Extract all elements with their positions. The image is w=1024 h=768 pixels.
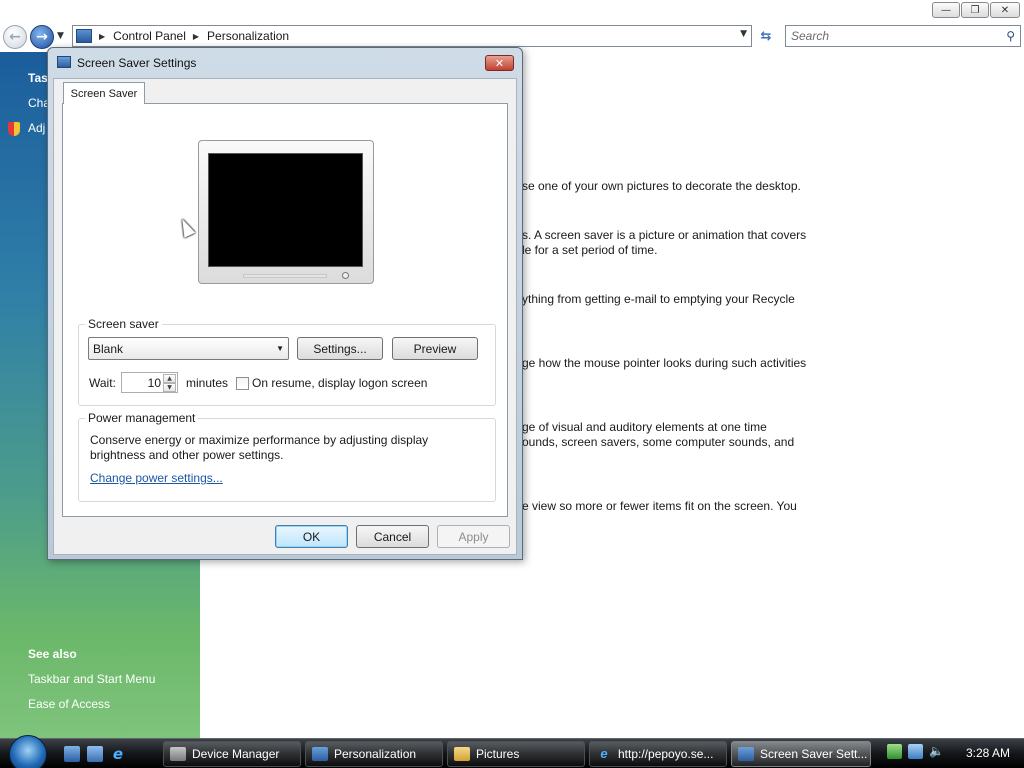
refresh-button[interactable]: ⇆ — [756, 27, 776, 45]
address-dropdown-icon[interactable]: ▼ — [740, 29, 747, 39]
taskbar-item-label: Personalization — [334, 747, 417, 761]
apply-button[interactable]: Apply — [437, 525, 510, 548]
start-button[interactable] — [9, 735, 47, 768]
switch-windows-icon[interactable] — [87, 746, 103, 762]
see-also-taskbar-link[interactable]: Taskbar and Start Menu — [28, 672, 155, 686]
breadcrumb-separator-icon[interactable]: ▶ — [193, 32, 199, 41]
forward-arrow-icon: → — [36, 29, 48, 45]
taskbar-personalization[interactable]: Personalization — [305, 741, 443, 767]
screen-saver-group: Screen saver Blank ▼ Settings... Preview… — [78, 317, 496, 406]
screen-saver-icon — [57, 56, 71, 68]
stepper-down-icon[interactable]: ▼ — [163, 383, 176, 392]
volume-icon[interactable]: 🔈 — [929, 744, 944, 759]
see-also-heading: See also — [28, 647, 77, 661]
back-arrow-icon: ← — [9, 29, 21, 45]
search-input[interactable]: Search ⚲ — [785, 25, 1021, 47]
refresh-icon: ⇆ — [760, 28, 772, 44]
breadcrumb-separator-icon[interactable]: ▶ — [99, 32, 105, 41]
taskbar-item-label: Pictures — [476, 747, 520, 761]
show-desktop-icon[interactable] — [64, 746, 80, 762]
device-manager-icon — [170, 747, 186, 761]
uac-shield-icon — [8, 122, 20, 136]
dialog-body: Screen Saver Screen saver Blank ▼ Settin… — [53, 78, 517, 555]
screen-saver-description-line1: s. A screen saver is a picture or animat… — [522, 228, 807, 242]
forward-button[interactable]: → — [30, 25, 54, 49]
cancel-button[interactable]: Cancel — [356, 525, 429, 548]
change-power-settings-link[interactable]: Change power settings... — [90, 471, 223, 485]
display-settings-description: e view so more or fewer items fit on the… — [522, 499, 797, 513]
minimize-button[interactable]: — — [932, 2, 960, 18]
internet-explorer-icon[interactable]: e — [110, 746, 126, 762]
personalization-icon — [312, 747, 328, 761]
see-also-ease-of-access-link[interactable]: Ease of Access — [28, 697, 110, 711]
taskbar-item-label: Device Manager — [192, 747, 280, 761]
maximize-button[interactable]: ❐ — [961, 2, 989, 18]
monitor-preview — [198, 140, 374, 284]
taskbar-internet-explorer[interactable]: e http://pepoyo.se... — [589, 741, 727, 767]
taskbar-device-manager[interactable]: Device Manager — [163, 741, 301, 767]
power-management-group-label: Power management — [85, 411, 199, 425]
notification-area: 🔈 — [887, 744, 944, 759]
desktop-background-description: se one of your own pictures to decorate … — [522, 179, 801, 193]
taskbar-item-label: Screen Saver Sett... — [760, 747, 868, 761]
breadcrumb-control-panel[interactable]: Control Panel — [113, 29, 186, 43]
window-titlebar: — ❐ ✕ — [0, 0, 1024, 22]
screen-saver-settings-dialog: Screen Saver Settings ✕ Screen Saver Scr… — [47, 47, 523, 560]
clock[interactable]: 3:28 AM — [966, 746, 1010, 760]
logon-screen-checkbox[interactable] — [236, 377, 249, 390]
theme-description-line1: ge of visual and auditory elements at on… — [522, 420, 767, 434]
minutes-label: minutes — [186, 376, 229, 390]
dialog-title: Screen Saver Settings — [77, 56, 197, 70]
preview-button[interactable]: Preview — [392, 337, 478, 360]
screen-saver-icon — [738, 747, 754, 761]
caption-buttons: — ❐ ✕ — [932, 2, 1020, 18]
stepper-up-icon[interactable]: ▲ — [163, 374, 176, 383]
dialog-close-button[interactable]: ✕ — [485, 55, 514, 71]
breadcrumb-personalization[interactable]: Personalization — [207, 29, 289, 43]
tab-panel: Screen saver Blank ▼ Settings... Preview… — [62, 103, 508, 517]
tasks-heading: Tas — [28, 71, 48, 85]
logon-screen-label[interactable]: On resume, display logon screen — [252, 376, 427, 390]
preview-screen — [208, 153, 363, 267]
wait-minutes-stepper[interactable]: 10 ▲ ▼ — [121, 372, 178, 393]
taskbar: e Device Manager Personalization Picture… — [0, 735, 1024, 768]
monitor-power-led — [342, 272, 349, 279]
search-icon[interactable]: ⚲ — [1006, 29, 1015, 43]
close-window-button[interactable]: ✕ — [990, 2, 1020, 18]
taskbar-item-label: http://pepoyo.se... — [618, 747, 714, 761]
wait-minutes-value: 10 — [147, 376, 161, 390]
monitor-bezel-bar — [243, 274, 327, 278]
settings-button[interactable]: Settings... — [297, 337, 383, 360]
chevron-down-icon: ▼ — [276, 344, 284, 353]
screen-saver-selected-value: Blank — [93, 341, 124, 356]
control-panel-icon — [76, 29, 92, 43]
task-link-adjust[interactable]: Adj — [28, 121, 45, 135]
screen-saver-select[interactable]: Blank ▼ — [88, 337, 289, 360]
sounds-description: ything from getting e-mail to emptying y… — [522, 292, 795, 306]
power-management-description: Conserve energy or maximize performance … — [90, 433, 429, 462]
dialog-titlebar[interactable]: Screen Saver Settings ✕ — [48, 48, 522, 78]
back-button[interactable]: ← — [3, 25, 27, 49]
recent-pages-dropdown[interactable]: ▼ — [57, 31, 64, 41]
network-icon[interactable] — [908, 744, 923, 759]
quick-launch: e — [64, 746, 126, 762]
security-center-icon[interactable] — [887, 744, 902, 759]
screen-saver-description-line2: le for a set period of time. — [522, 243, 658, 257]
ok-button[interactable]: OK — [275, 525, 348, 548]
internet-explorer-icon: e — [600, 746, 608, 761]
taskbar-pictures[interactable]: Pictures — [447, 741, 585, 767]
search-placeholder: Search — [791, 29, 830, 43]
taskbar-screen-saver-settings[interactable]: Screen Saver Sett... — [731, 741, 871, 767]
mouse-pointers-description: ge how the mouse pointer looks during su… — [522, 356, 807, 370]
folder-icon — [454, 747, 470, 761]
power-management-group: Power management Conserve energy or maxi… — [78, 411, 496, 502]
tab-screen-saver[interactable]: Screen Saver — [63, 82, 145, 104]
screen-saver-group-label: Screen saver — [85, 317, 162, 331]
theme-description-line2: ounds, screen savers, some computer soun… — [522, 435, 795, 449]
wait-label: Wait: — [89, 376, 116, 390]
address-bar[interactable]: ▶ Control Panel ▶ Personalization ▼ — [72, 25, 752, 47]
